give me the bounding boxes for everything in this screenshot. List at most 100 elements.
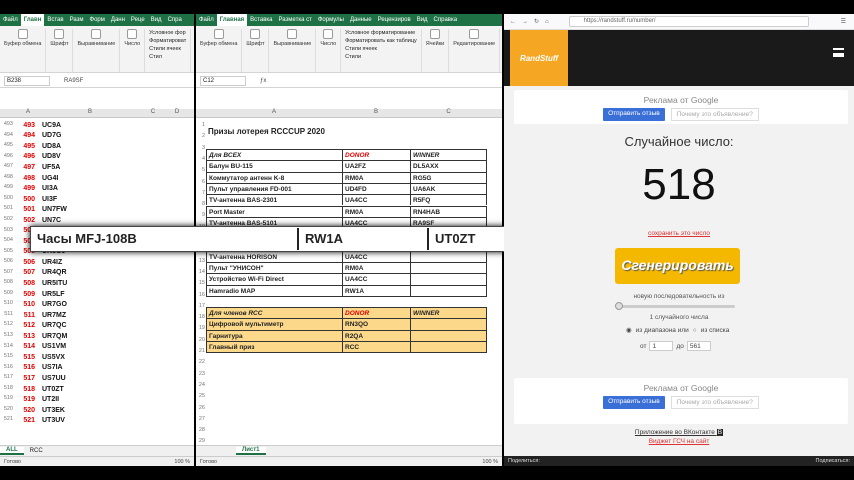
- donor-cell[interactable]: UD4FD: [342, 182, 410, 195]
- cell-styles-button[interactable]: Стили ячеек: [345, 45, 417, 53]
- align-group[interactable]: Выравнивание: [73, 29, 121, 72]
- conditional-format-button[interactable]: Условное фор: [149, 29, 186, 37]
- row-header[interactable]: 26: [196, 405, 205, 411]
- participant-callsign[interactable]: UC9A: [38, 122, 61, 129]
- col-d[interactable]: D: [166, 109, 188, 115]
- header-category[interactable]: Для ВСЕХ: [206, 149, 342, 161]
- editing-group[interactable]: Редактирование: [449, 29, 501, 72]
- participant-callsign[interactable]: UG4I: [38, 175, 58, 182]
- tab-data[interactable]: Данные: [347, 17, 375, 23]
- address-bar[interactable]: https://randstuff.ru/number/: [568, 16, 809, 27]
- donor-cell[interactable]: UA4CC: [342, 194, 410, 206]
- row-header[interactable]: 24: [196, 382, 205, 388]
- participant-callsign[interactable]: UT3UV: [38, 417, 65, 424]
- zoom-level[interactable]: 100 %: [482, 459, 502, 465]
- participant-callsign[interactable]: UR7QM: [38, 333, 67, 340]
- font-group[interactable]: Шрифт: [46, 29, 74, 72]
- col-c[interactable]: C: [410, 109, 487, 115]
- col-b[interactable]: B: [40, 109, 140, 115]
- cell-styles-button[interactable]: Стили ячеек: [149, 45, 186, 53]
- participant-number[interactable]: 521: [0, 417, 38, 424]
- winner-cell[interactable]: [410, 250, 487, 262]
- row-header[interactable]: 22: [196, 359, 205, 365]
- row-header[interactable]: 20: [196, 337, 205, 343]
- name-box[interactable]: B238: [4, 75, 50, 86]
- save-number-link[interactable]: сохранить это число: [504, 230, 854, 237]
- participant-callsign[interactable]: UI3A: [38, 185, 58, 192]
- prize-cell[interactable]: TV-антенна BAS-2301: [206, 194, 342, 206]
- tab-home[interactable]: Главн: [20, 14, 45, 26]
- count-slider[interactable]: [615, 302, 735, 310]
- row-header[interactable]: 9: [196, 212, 205, 218]
- prize-cell[interactable]: Гарнитура: [206, 329, 342, 341]
- tab-insert[interactable]: Вставка: [247, 17, 275, 23]
- row-header[interactable]: 4: [196, 156, 205, 162]
- participant-number[interactable]: 519: [0, 396, 38, 403]
- zoom-level[interactable]: 100 %: [174, 459, 194, 465]
- tab-view[interactable]: Вид: [414, 17, 431, 23]
- donor-cell[interactable]: UA4CC: [342, 273, 410, 285]
- row-header[interactable]: 28: [196, 427, 205, 433]
- home-icon[interactable]: ⌂: [545, 19, 549, 25]
- list-radio[interactable]: ○: [693, 327, 697, 334]
- forward-icon[interactable]: →: [522, 19, 528, 25]
- participant-number[interactable]: 497: [0, 164, 38, 171]
- row-header[interactable]: 7: [196, 190, 205, 196]
- participant-number[interactable]: 511: [0, 312, 38, 319]
- conditional-format-button[interactable]: Условное форматирование: [345, 29, 417, 37]
- tab-layout[interactable]: Разметка ст: [275, 17, 314, 23]
- ad-why-button[interactable]: Почему это объявление?: [670, 108, 759, 121]
- participant-callsign[interactable]: UI3F: [38, 196, 57, 203]
- donor-cell[interactable]: RM0A: [342, 171, 410, 183]
- widget-link[interactable]: Виджет ГСЧ на сайт: [504, 438, 854, 445]
- participant-number[interactable]: 510: [0, 301, 38, 308]
- col-c[interactable]: C: [140, 109, 166, 115]
- row-header[interactable]: 19: [196, 325, 205, 331]
- row-header[interactable]: 14: [196, 269, 205, 275]
- align-group[interactable]: Выравнивание: [269, 29, 317, 72]
- prize-cell[interactable]: TV-антенна HORISON: [206, 250, 342, 262]
- range-radio[interactable]: ◉: [626, 326, 632, 334]
- name-box[interactable]: C12: [200, 75, 246, 86]
- header-donor[interactable]: DONOR: [342, 149, 410, 161]
- winner-cell[interactable]: [410, 340, 487, 353]
- header-winner-rcc[interactable]: WINNER: [410, 307, 487, 319]
- participant-number[interactable]: 500: [0, 196, 38, 203]
- row-header[interactable]: 17: [196, 303, 205, 309]
- tab-home[interactable]: Главная: [216, 14, 248, 26]
- sheet-tab-rcc[interactable]: RCC: [24, 448, 49, 454]
- row-header[interactable]: 21: [196, 348, 205, 354]
- back-icon[interactable]: ←: [510, 19, 516, 25]
- row-header[interactable]: 1: [196, 122, 205, 128]
- participant-callsign[interactable]: UR4IZ: [38, 259, 62, 266]
- participant-callsign[interactable]: UT2II: [38, 396, 59, 403]
- prize-cell[interactable]: Главный приз: [206, 340, 342, 353]
- donor-cell[interactable]: RM0A: [342, 205, 410, 217]
- site-logo[interactable]: RandStuff: [510, 30, 568, 86]
- participant-number[interactable]: 499: [0, 185, 38, 192]
- format-table-button[interactable]: Форматировать как таблицу: [345, 37, 417, 45]
- reload-icon[interactable]: ↻: [534, 18, 539, 25]
- sheet-tab-list1[interactable]: Лист1: [236, 447, 266, 455]
- prize-cell[interactable]: Пульт "УНИСОН": [206, 262, 342, 274]
- participant-number[interactable]: 498: [0, 175, 38, 182]
- tab-formulas[interactable]: Форм: [87, 17, 108, 23]
- donor-cell[interactable]: R2QA: [342, 329, 410, 341]
- tab-review[interactable]: Реце: [128, 17, 148, 23]
- participant-number[interactable]: 495: [0, 143, 38, 150]
- prize-cell[interactable]: Hamradio MAP: [206, 284, 342, 296]
- participant-number[interactable]: 502: [0, 217, 38, 224]
- col-a[interactable]: A: [206, 109, 342, 115]
- to-input[interactable]: 561: [686, 341, 711, 351]
- participant-number[interactable]: 493: [0, 122, 38, 129]
- winner-cell[interactable]: [410, 284, 487, 296]
- prize-cell[interactable]: Устройство Wi-Fi Direct: [206, 273, 342, 285]
- participant-number[interactable]: 496: [0, 153, 38, 160]
- participant-callsign[interactable]: UN7C: [38, 217, 61, 224]
- participant-number[interactable]: 514: [0, 343, 38, 350]
- tab-insert[interactable]: Встав: [44, 17, 66, 23]
- participant-callsign[interactable]: UF5A: [38, 164, 60, 171]
- participant-number[interactable]: 494: [0, 132, 38, 139]
- slider-handle[interactable]: [615, 302, 623, 310]
- tab-file[interactable]: Файл: [0, 17, 21, 23]
